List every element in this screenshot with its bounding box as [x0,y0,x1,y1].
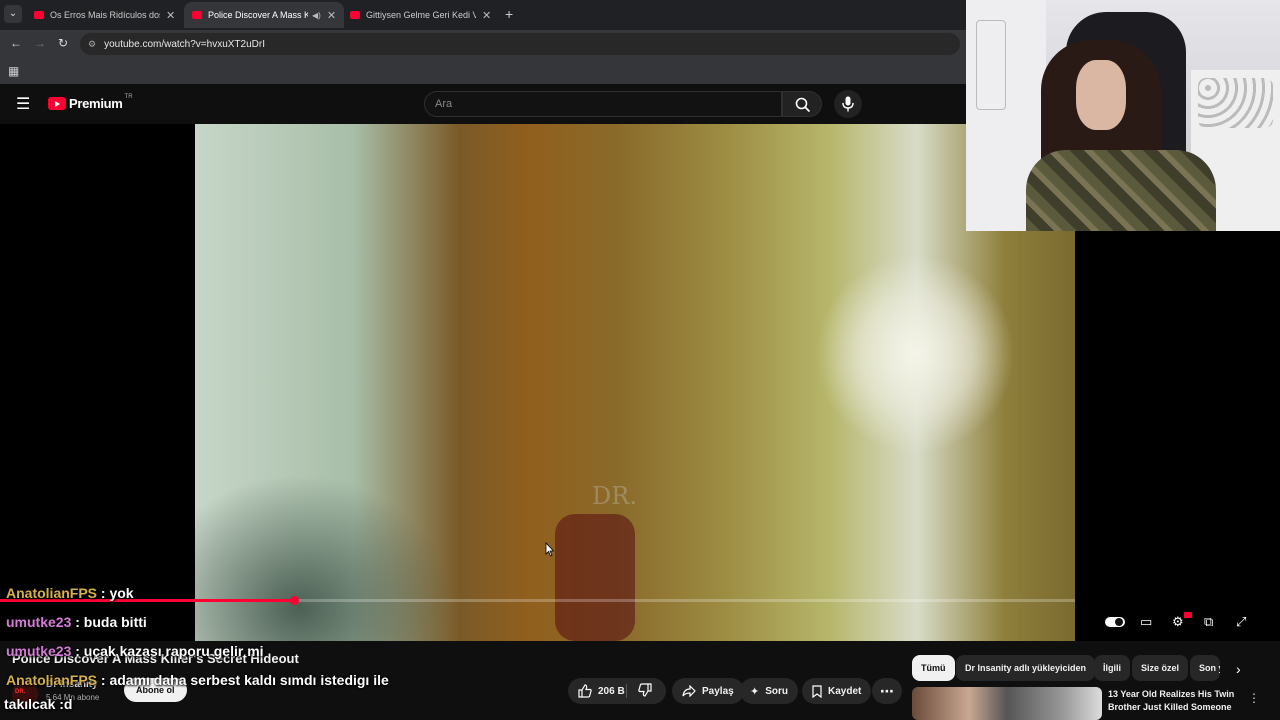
share-button[interactable]: Paylaş [672,678,744,704]
tab-title: Police Discover A Mass Kille [208,10,308,20]
webcam-pillow [1198,78,1273,128]
webcam-streamer-face [1076,60,1126,130]
thumbs-down-icon [638,683,652,697]
avatar-text: DR. [15,689,26,695]
new-tab-plus-icon[interactable]: + [505,6,513,22]
progress-bar-played-overflow [0,599,195,602]
apps-grid-icon[interactable]: ▦ [8,64,19,78]
chip-related[interactable]: İlgili [1094,655,1130,681]
video-blur-light [815,254,1015,454]
search-button[interactable] [782,91,822,117]
close-icon[interactable]: ✕ [327,9,336,22]
thumbs-up-icon [578,684,592,698]
more-actions-button[interactable]: ⋯ [872,678,902,704]
ask-label: Soru [765,685,788,697]
chip-for-you[interactable]: Size özel [1132,655,1189,681]
share-arrow-icon [682,685,696,697]
microphone-icon [842,96,854,112]
youtube-play-logo-icon [48,97,66,110]
hamburger-menu-icon[interactable]: ☰ [16,94,30,114]
video-title: Police Discover A Mass Killer's Secret H… [12,651,299,666]
recommended-video-thumbnail[interactable] [912,687,1102,720]
youtube-premium-logo[interactable]: Premium TR [48,93,133,111]
speaker-icon[interactable]: ◀) [312,11,321,20]
bookmark-icon [812,684,822,698]
search-icon [795,97,811,113]
youtube-favicon-icon [34,11,44,19]
dislike-button[interactable] [638,683,658,700]
screen: { "browser": { "tabs": [ {"title": "Os E… [0,0,1280,720]
browser-tab-active[interactable]: Police Discover A Mass Kille ◀) ✕ [184,2,345,28]
channel-avatar[interactable]: DR. [12,681,38,707]
video-info-section: Police Discover A Mass Killer's Secret H… [0,641,1280,720]
video-blur-red [555,514,635,641]
url-text: youtube.com/watch?v=hvxuXT2uDrI [104,38,265,50]
webcam-overlay [966,0,1280,231]
voice-search-button[interactable] [834,90,862,118]
like-dislike-group: 206 B [568,678,666,704]
chip-all[interactable]: Tümü [912,655,955,681]
channel-name[interactable]: Dr Insanity [46,679,98,690]
subscriber-count: 5.64 Mn abone [46,693,100,702]
subscribe-button[interactable]: Abone ol [124,678,187,702]
mouse-pointer-icon [545,542,555,557]
save-button[interactable]: Kaydet [802,678,872,704]
video-watermark: DR. [592,482,637,510]
like-button[interactable]: 206 B [578,684,625,698]
back-arrow-icon[interactable]: ← [10,36,22,50]
forward-arrow-icon[interactable]: → [34,36,46,50]
video-blur-shadow [195,474,455,641]
reload-icon[interactable]: ↻ [58,36,68,50]
like-divider [626,684,627,698]
autoplay-toggle[interactable] [1105,617,1125,627]
tab-title: Gittiysen Gelme Geri Kedi Versi [366,10,476,20]
hd-badge [1184,612,1192,618]
video-frame[interactable]: DR. [195,124,1075,641]
webcam-cabinet [976,20,1006,110]
recommended-video-title[interactable]: 13 Year Old Realizes His Twin Brother Ju… [1108,688,1248,714]
youtube-favicon-icon [350,11,360,19]
miniplayer-icon[interactable]: ⧉ [1204,614,1213,630]
subtitles-icon[interactable]: ▭ [1140,614,1152,630]
ask-button[interactable]: ✦ Soru [740,678,798,704]
tab-title: Os Erros Mais Ridículos dos Tra [50,10,160,20]
browser-tab[interactable]: Os Erros Mais Ridículos dos Tra ✕ [26,2,183,28]
progress-played [195,599,295,602]
browser-tab[interactable]: Gittiysen Gelme Geri Kedi Versi ✕ [342,2,499,28]
search-input[interactable]: Ara [424,91,782,117]
url-field[interactable]: ⚙ youtube.com/watch?v=hvxuXT2uDrI [80,33,960,55]
chip-from-uploader[interactable]: Dr Insanity adlı yükleyiciden [956,655,1096,681]
like-count: 206 B [598,685,625,697]
chevron-right-icon[interactable]: › [1236,661,1241,677]
webcam-streamer-shirt [1026,150,1216,231]
settings-gear-icon[interactable]: ⚙ [1172,614,1184,630]
progress-bar[interactable] [195,596,1075,605]
logo-text: Premium [69,96,123,111]
close-icon[interactable]: ✕ [482,9,491,22]
sparkle-icon: ✦ [750,685,760,698]
youtube-favicon-icon [192,11,202,19]
site-info-icon[interactable]: ⚙ [88,39,96,50]
fullscreen-icon[interactable]: ⤢ [1236,614,1246,630]
save-label: Kaydet [828,685,862,697]
share-label: Paylaş [702,685,734,697]
country-code: TR [124,93,133,100]
close-icon[interactable]: ✕ [166,9,175,22]
tab-search-button[interactable]: ⌄ [4,5,22,23]
more-horizontal-icon: ⋯ [880,682,894,699]
kebab-menu-icon[interactable]: ⋮ [1248,691,1260,705]
chip-recent[interactable]: Son y [1190,655,1220,681]
